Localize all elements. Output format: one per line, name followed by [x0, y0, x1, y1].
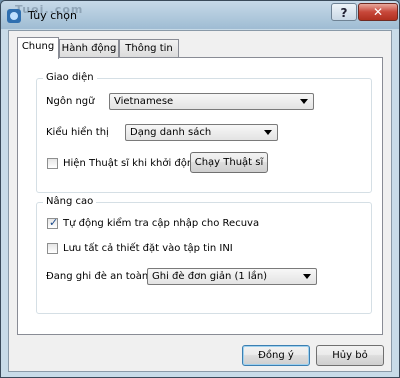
interface-group-title: Giao diện: [43, 72, 97, 83]
options-dialog: Tuoi..com Tùy chọn ? ✕ Chung Hành động T…: [0, 0, 400, 378]
save-ini-label: Lưu tất cả thiết đặt vào tập tin INI: [63, 243, 233, 254]
language-value: Vietnamese: [114, 96, 174, 107]
advanced-group-title: Nâng cao: [43, 196, 97, 207]
cancel-button[interactable]: Hủy bỏ: [316, 345, 384, 366]
chevron-down-icon: [264, 130, 272, 135]
close-button[interactable]: ✕: [358, 3, 398, 21]
interface-group: Giao diện Ngôn ngữ Vietnamese Kiểu hiển …: [36, 72, 372, 193]
general-tab-panel: Giao diện Ngôn ngữ Vietnamese Kiểu hiển …: [17, 57, 383, 335]
tab-general[interactable]: Chung: [17, 37, 59, 59]
language-select[interactable]: Vietnamese: [109, 93, 314, 110]
wizard-checkbox[interactable]: [47, 158, 58, 169]
language-label: Ngôn ngữ: [46, 96, 95, 107]
app-icon: [7, 9, 21, 23]
tab-actions[interactable]: Hành động: [59, 39, 119, 57]
save-ini-checkbox[interactable]: [47, 243, 58, 254]
ok-button[interactable]: Đồng ý: [242, 345, 310, 366]
chevron-down-icon: [300, 99, 308, 104]
help-button[interactable]: ?: [331, 3, 357, 21]
chevron-down-icon: [303, 274, 311, 279]
dialog-client-area: Chung Hành động Thông tin Giao diện Ngôn…: [8, 30, 392, 372]
view-select[interactable]: Dạng danh sách: [125, 124, 278, 141]
wizard-checkbox-label: Hiện Thuật sĩ khi khởi động: [63, 158, 200, 169]
title-bar[interactable]: Tuoi..com Tùy chọn ? ✕: [1, 1, 399, 29]
window-title: Tùy chọn: [28, 9, 77, 22]
auto-update-checkbox[interactable]: ✓: [47, 216, 59, 229]
tab-info[interactable]: Thông tin: [119, 39, 179, 57]
secure-overwrite-value: Ghi đè đơn giản (1 lần): [152, 271, 268, 282]
secure-overwrite-select[interactable]: Ghi đè đơn giản (1 lần): [147, 268, 317, 285]
checkmark-icon: ✓: [49, 216, 59, 229]
advanced-group: Nâng cao ✓ Tự động kiểm tra cập nhập cho…: [36, 196, 372, 314]
view-label: Kiểu hiển thị: [46, 127, 109, 138]
auto-update-label: Tự động kiểm tra cập nhập cho Recuva: [63, 218, 260, 229]
view-value: Dạng danh sách: [130, 127, 212, 138]
secure-overwrite-label: Đang ghi đè an toàn: [46, 271, 149, 282]
run-wizard-button[interactable]: Chạy Thuật sĩ: [190, 152, 268, 173]
